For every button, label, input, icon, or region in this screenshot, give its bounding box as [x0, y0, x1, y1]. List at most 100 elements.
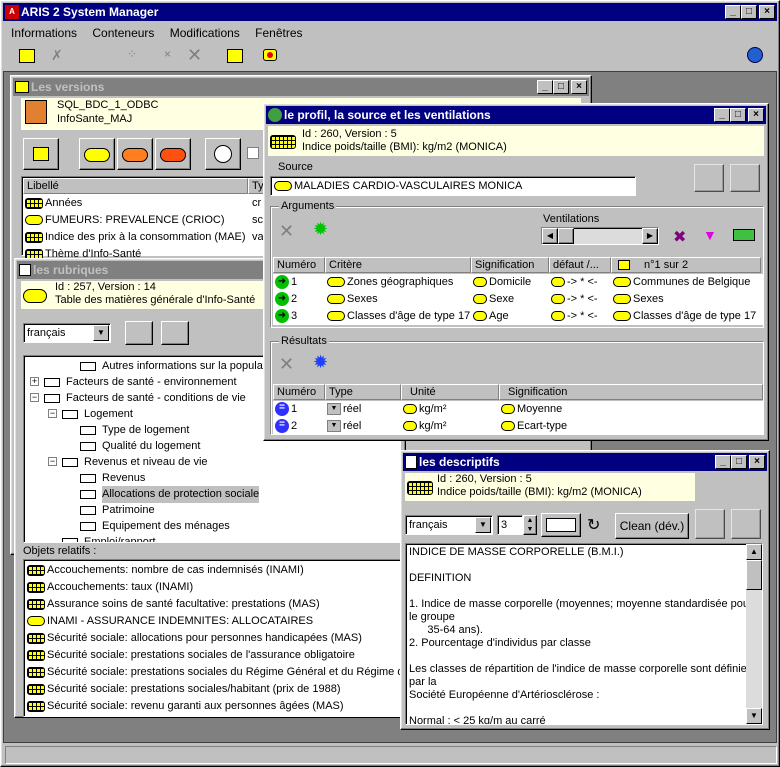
- sun-add-resultat-icon[interactable]: ✹: [313, 352, 328, 373]
- descriptifs-language-select[interactable]: français ▼: [405, 515, 493, 535]
- link-tool-icon[interactable]: ⁘: [127, 47, 137, 61]
- refresh-icon[interactable]: ↻: [587, 515, 600, 535]
- objet-item[interactable]: Accouchements: taux (INAMI): [24, 579, 400, 596]
- tree-item[interactable]: Allocations de protection sociale: [24, 486, 400, 503]
- delete-tool-icon[interactable]: ✗: [51, 47, 63, 64]
- network-tool-icon[interactable]: [227, 49, 243, 63]
- versions-maximize-button[interactable]: □: [553, 80, 569, 94]
- profil-close-button[interactable]: ×: [748, 108, 764, 122]
- descriptifs-chevron-down-icon[interactable]: ▼: [475, 517, 491, 533]
- network-button[interactable]: [23, 138, 59, 170]
- spinner-button[interactable]: ▲ ▼: [523, 515, 537, 535]
- blabla-button[interactable]: [541, 513, 581, 537]
- profil-maximize-button[interactable]: □: [730, 108, 746, 122]
- objet-item[interactable]: Sécurité sociale: prestations sociales d…: [24, 647, 400, 664]
- resultat-row[interactable]: = 2 ▼ réel kg/m² Ecart-type: [273, 418, 763, 435]
- descriptifs-minimize-button[interactable]: _: [715, 455, 731, 469]
- res-header-unite[interactable]: Unité: [401, 384, 499, 400]
- menu-fenetres[interactable]: Fenêtres: [255, 26, 302, 40]
- minimize-button[interactable]: _: [725, 5, 741, 19]
- arg-header-signification[interactable]: Signification: [471, 257, 549, 273]
- stop-tool-icon[interactable]: [263, 49, 277, 61]
- clock-button[interactable]: [205, 138, 241, 170]
- clean-button[interactable]: Clean (dév.): [615, 513, 689, 539]
- menu-conteneurs[interactable]: Conteneurs: [92, 26, 154, 40]
- arg-header-critere[interactable]: Critère: [325, 257, 471, 273]
- tree-item[interactable]: − Revenus et niveau de vie: [24, 454, 400, 471]
- scroll-right-button[interactable]: ▶: [642, 228, 658, 244]
- tree-item[interactable]: Equipement des ménages: [24, 518, 400, 535]
- objet-item[interactable]: Accouchements: nombre de cas indemnisés …: [24, 562, 400, 579]
- objet-item[interactable]: INAMI - ASSURANCE INDEMNITES: ALLOCATAIR…: [24, 613, 400, 630]
- descriptifs-textarea[interactable]: INDICE DE MASSE CORPORELLE (B.M.I.) DEFIN…: [405, 543, 763, 725]
- argument-row[interactable]: ➜ 1 Zones géographiques Domicile -> * <- Comm…: [273, 274, 763, 291]
- res-header-signification[interactable]: Signification: [499, 384, 763, 400]
- descriptifs-number-spinner[interactable]: 3: [497, 515, 523, 535]
- ventilation-table-icon[interactable]: [733, 229, 755, 241]
- close-tool-icon[interactable]: ✕: [187, 45, 202, 66]
- yellow-pill-button[interactable]: [79, 138, 115, 170]
- ventilations-scrollbar[interactable]: ◀ ▶: [541, 227, 659, 245]
- descriptifs-link-button[interactable]: [731, 509, 761, 539]
- scroll-left-button[interactable]: ◀: [542, 228, 558, 244]
- argument-row[interactable]: ➜ 2 Sexes Sexe -> * <- Sexes: [273, 291, 763, 308]
- add-child-rubrique-button[interactable]: [161, 321, 189, 345]
- tree-toggle[interactable]: −: [48, 457, 57, 466]
- descriptifs-close-button[interactable]: ×: [749, 455, 765, 469]
- menu-informations[interactable]: Informations: [11, 26, 77, 40]
- profil-minimize-button[interactable]: _: [714, 108, 730, 122]
- tree-toggle[interactable]: −: [30, 393, 39, 402]
- versions-minimize-button[interactable]: _: [537, 80, 553, 94]
- objet-item[interactable]: Sécurité sociale: prestations sociales/h…: [24, 681, 400, 698]
- descriptifs-edit-button[interactable]: [695, 509, 725, 539]
- tree-item[interactable]: Emploi/rapport: [24, 534, 400, 542]
- res-header-numero[interactable]: Numéro: [273, 384, 325, 400]
- res-type-cell[interactable]: ▼ réel: [325, 401, 401, 417]
- ventilation-cross-icon[interactable]: ✖: [673, 227, 686, 247]
- arg-header-numero[interactable]: Numéro: [273, 257, 325, 273]
- rubriques-language-select[interactable]: français ▼: [23, 323, 111, 343]
- descriptifs-scroll-down[interactable]: ▼: [746, 708, 762, 724]
- orange-pill-button[interactable]: [117, 138, 153, 170]
- descriptifs-scrollbar[interactable]: ▲ ▼: [746, 544, 762, 724]
- tree-item[interactable]: Revenus: [24, 470, 400, 487]
- objet-item[interactable]: Sécurité sociale: prestations sociales d…: [24, 664, 400, 681]
- descriptifs-maximize-button[interactable]: □: [731, 455, 747, 469]
- source-field[interactable]: MALADIES CARDIO-VASCULAIRES MONICA: [270, 176, 636, 196]
- arg-header-n1[interactable]: n°1 sur 2: [611, 257, 761, 273]
- add-rubrique-button[interactable]: [125, 321, 153, 345]
- descriptifs-scroll-up[interactable]: ▲: [746, 544, 762, 560]
- ventilation-funnel-icon[interactable]: ▼: [703, 227, 717, 243]
- objet-item[interactable]: Sécurité sociale: allocations pour perso…: [24, 630, 400, 647]
- tree-view-icon[interactable]: [19, 49, 35, 63]
- objet-item[interactable]: Assurance soins de santé facultative: pr…: [24, 596, 400, 613]
- scroll-thumb[interactable]: [558, 228, 574, 244]
- va-checkbox[interactable]: [247, 147, 259, 159]
- resultat-row[interactable]: = 1 ▼ réel kg/m² Moyenne: [273, 401, 763, 418]
- tree-toggle[interactable]: −: [48, 409, 57, 418]
- cut-tool-icon[interactable]: ×: [164, 47, 171, 61]
- descriptifs-scroll-thumb[interactable]: [746, 560, 762, 590]
- sun-add-argument-icon[interactable]: ✹: [313, 219, 328, 240]
- col-libelle-header[interactable]: Libellé: [23, 178, 248, 194]
- globe-icon[interactable]: [747, 47, 763, 63]
- versions-close-button[interactable]: ×: [571, 80, 587, 94]
- menu-modifications[interactable]: Modifications: [170, 26, 240, 40]
- close-button[interactable]: ×: [759, 5, 775, 19]
- red-pill-button[interactable]: [155, 138, 191, 170]
- delete-resultat-icon[interactable]: ✕: [279, 354, 294, 375]
- dropdown-icon[interactable]: ▼: [327, 420, 341, 433]
- delete-argument-icon[interactable]: ✕: [279, 221, 294, 242]
- tree-item[interactable]: Patrimoine: [24, 502, 400, 519]
- source-link-button[interactable]: [730, 164, 760, 192]
- argument-row[interactable]: ➜ 3 Classes d'âge de type 17 Age -> * <- Clas…: [273, 308, 763, 325]
- tree-toggle[interactable]: +: [30, 377, 39, 386]
- objet-item[interactable]: Sécurité sociale: revenu garanti aux per…: [24, 698, 400, 715]
- dropdown-icon[interactable]: ▼: [327, 403, 341, 416]
- source-edit-button[interactable]: [694, 164, 724, 192]
- arg-header-defaut[interactable]: défaut /...: [549, 257, 611, 273]
- maximize-button[interactable]: □: [741, 5, 757, 19]
- chevron-down-icon[interactable]: ▼: [93, 325, 109, 341]
- res-header-type[interactable]: Type: [325, 384, 401, 400]
- res-type-cell[interactable]: ▼ réel: [325, 418, 401, 434]
